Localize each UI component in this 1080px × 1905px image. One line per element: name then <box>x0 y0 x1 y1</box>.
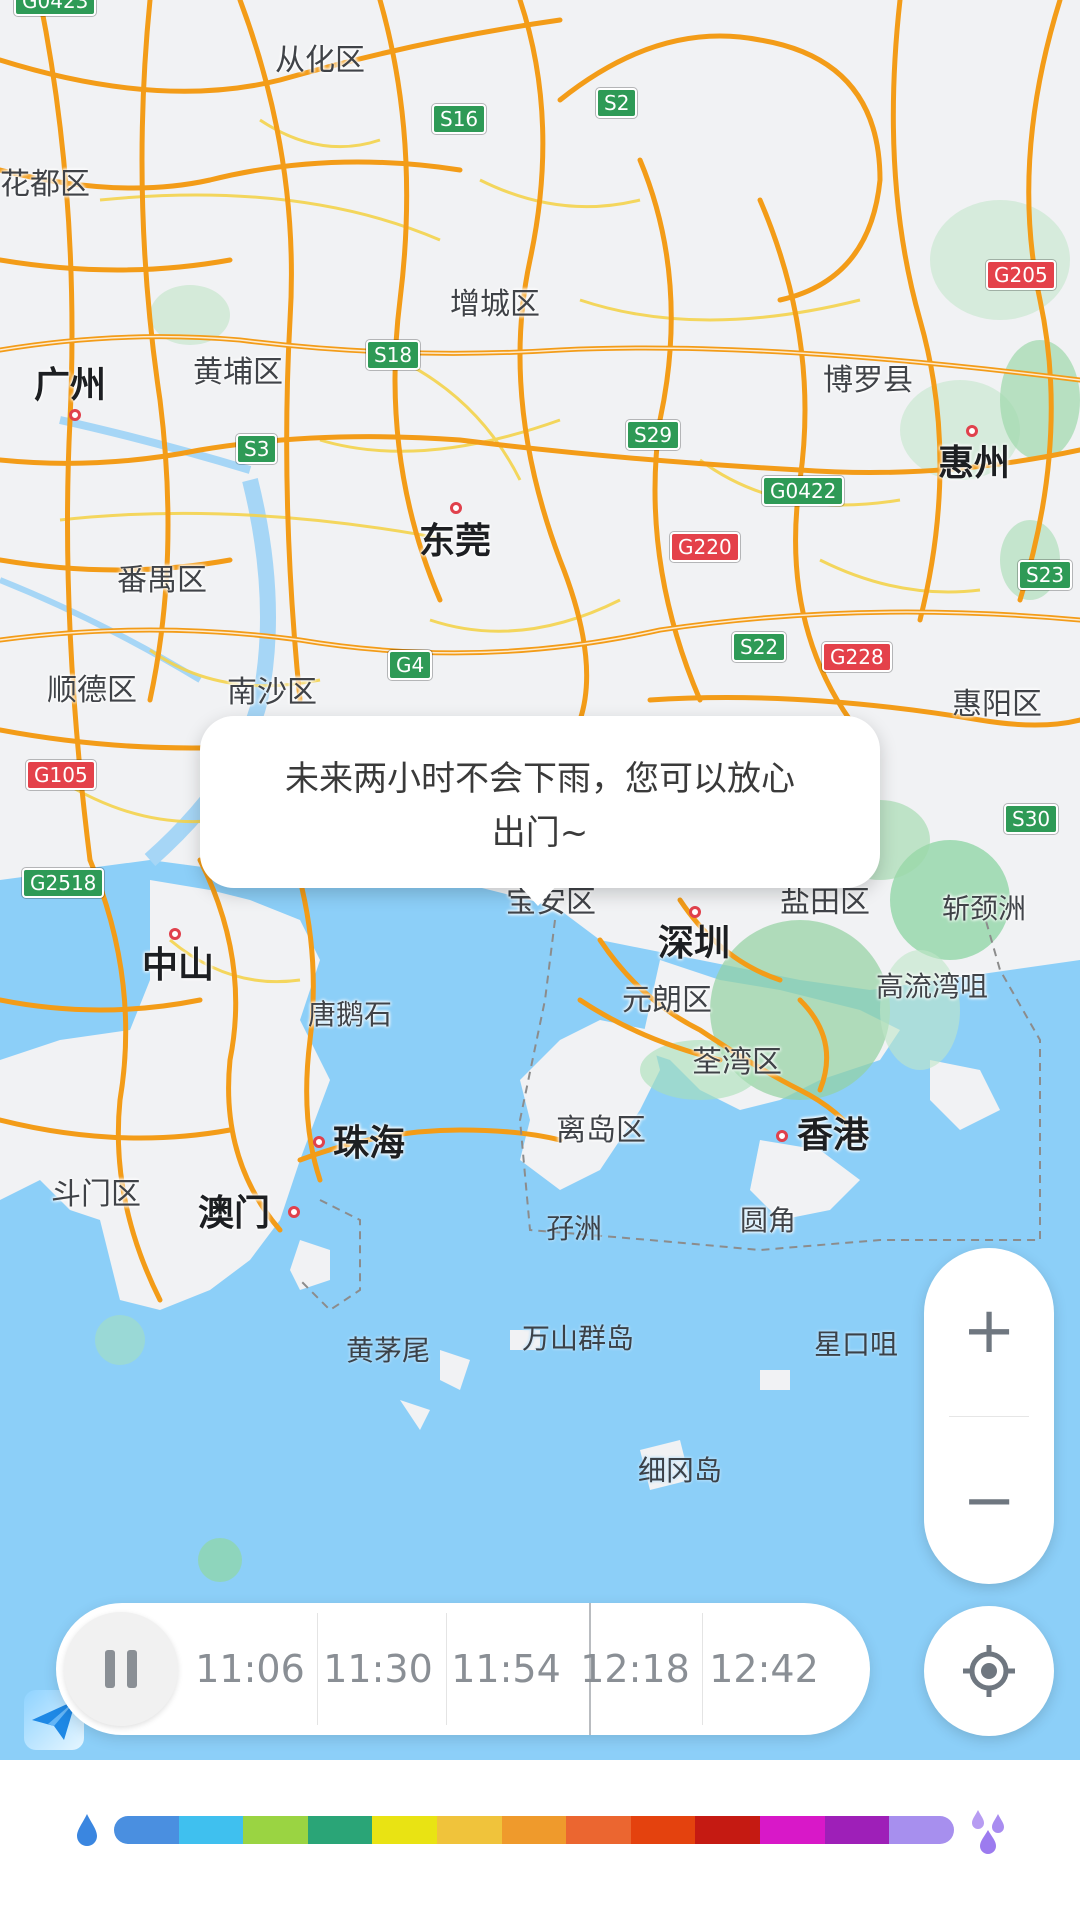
road-shield: S16 <box>432 104 487 134</box>
city-label: 香港 <box>797 1115 870 1156</box>
legend-color-segment <box>566 1816 631 1844</box>
heavy-rain-icon <box>972 1810 1004 1854</box>
place-label: 惠阳区 <box>952 687 1042 722</box>
road-shield: S29 <box>626 420 681 450</box>
legend-color-segment <box>824 1816 890 1844</box>
zoom-controls: + − <box>924 1248 1054 1584</box>
city-label: 中山 <box>142 945 215 986</box>
place-label: 斗门区 <box>51 1177 141 1212</box>
place-label: 元朗区 <box>622 983 712 1018</box>
road-shield: G105 <box>26 760 96 790</box>
legend-color-segment <box>243 1816 308 1844</box>
legend-color-segment <box>437 1816 502 1844</box>
forecast-message-line2: 出门~ <box>491 813 589 853</box>
crosshair-icon <box>963 1645 1015 1697</box>
place-label: 荃湾区 <box>692 1045 782 1080</box>
legend-color-segment <box>695 1816 761 1844</box>
legend-color-segment <box>178 1816 244 1844</box>
road-shield: G220 <box>670 532 740 562</box>
road-shield: S2 <box>596 88 638 118</box>
place-label: 圆角 <box>740 1204 797 1237</box>
legend-color-segment <box>501 1816 567 1844</box>
zoom-out-button[interactable]: − <box>924 1426 1054 1576</box>
place-label: 盐田区 <box>780 885 870 920</box>
place-label: 从化区 <box>275 43 365 78</box>
place-label: 万山群岛 <box>522 1322 635 1355</box>
city-label: 深圳 <box>658 923 731 964</box>
place-label: 花都区 <box>0 167 90 202</box>
pause-icon <box>99 1650 143 1688</box>
legend-color-segment <box>630 1816 696 1844</box>
precipitation-legend <box>114 1816 954 1844</box>
place-label: 唐鹅石 <box>308 998 393 1031</box>
city-dot-shenzhen <box>689 906 701 918</box>
place-label: 博罗县 <box>823 363 913 398</box>
road-shield: G205 <box>986 260 1056 290</box>
pause-button[interactable] <box>64 1612 178 1726</box>
city-dot-huizhou <box>966 425 978 437</box>
place-label: 斩颈洲 <box>942 892 1027 925</box>
minus-icon: − <box>962 1464 1016 1538</box>
place-label: 细冈岛 <box>638 1454 723 1487</box>
place-label: 黄茅尾 <box>346 1334 431 1367</box>
time-tick[interactable]: 12:42 <box>700 1639 828 1699</box>
time-tick[interactable]: 12:18 <box>571 1639 699 1699</box>
city-dot-hongkong <box>776 1130 788 1142</box>
city-label: 东莞 <box>419 521 492 562</box>
city-label: 广州 <box>34 365 107 406</box>
time-tick[interactable]: 11:54 <box>442 1639 570 1699</box>
city-label: 惠州 <box>938 443 1011 484</box>
road-shield: S30 <box>1004 804 1059 834</box>
place-label: 离岛区 <box>556 1113 646 1148</box>
plus-icon: + <box>962 1294 1016 1368</box>
radar-timeline[interactable]: 11:06 11:30 11:54 12:18 12:42 <box>56 1603 870 1735</box>
legend-color-segment <box>307 1816 373 1844</box>
road-shield: G228 <box>822 642 892 672</box>
road-shield: G0423 <box>14 0 97 16</box>
place-label: 南沙区 <box>227 675 317 710</box>
locate-me-button[interactable] <box>924 1606 1054 1736</box>
zoom-in-button[interactable]: + <box>924 1256 1054 1406</box>
time-tick[interactable]: 11:06 <box>186 1639 314 1699</box>
road-shield: G0422 <box>762 476 845 506</box>
legend-color-segment <box>372 1816 438 1844</box>
place-label: 顺德区 <box>47 673 137 708</box>
place-label: 高流湾咀 <box>876 970 989 1003</box>
road-shield: S3 <box>236 434 278 464</box>
forecast-message-line1: 未来两小时不会下雨，您可以放心 <box>285 759 795 799</box>
road-shield: G2518 <box>22 868 105 898</box>
place-label: 增城区 <box>450 287 540 322</box>
city-label: 澳门 <box>198 1193 271 1234</box>
place-label: 黄埔区 <box>193 355 283 390</box>
place-label: 孖洲 <box>546 1212 603 1245</box>
road-shield: S22 <box>732 632 787 662</box>
zoom-divider <box>949 1416 1029 1417</box>
place-label: 星口咀 <box>814 1328 899 1361</box>
forecast-tooltip: 未来两小时不会下雨，您可以放心 出门~ <box>200 716 880 888</box>
city-dot-macau <box>288 1206 300 1218</box>
time-tick[interactable]: 11:30 <box>314 1639 442 1699</box>
city-dot-zhuhai <box>313 1136 325 1148</box>
road-shield: S23 <box>1018 560 1073 590</box>
city-dot-zhongshan <box>169 928 181 940</box>
city-dot-dongguan <box>450 502 462 514</box>
legend-color-segment <box>760 1816 825 1844</box>
road-shield: G4 <box>388 650 433 680</box>
rain-drop-icon <box>77 1814 97 1846</box>
legend-color-segment <box>114 1816 179 1844</box>
road-shield: S18 <box>366 340 421 370</box>
tooltip-pointer <box>518 884 558 906</box>
place-label: 番禺区 <box>117 563 207 598</box>
city-label: 珠海 <box>333 1123 406 1164</box>
legend-color-segment <box>889 1816 954 1844</box>
city-dot-guangzhou <box>69 409 81 421</box>
